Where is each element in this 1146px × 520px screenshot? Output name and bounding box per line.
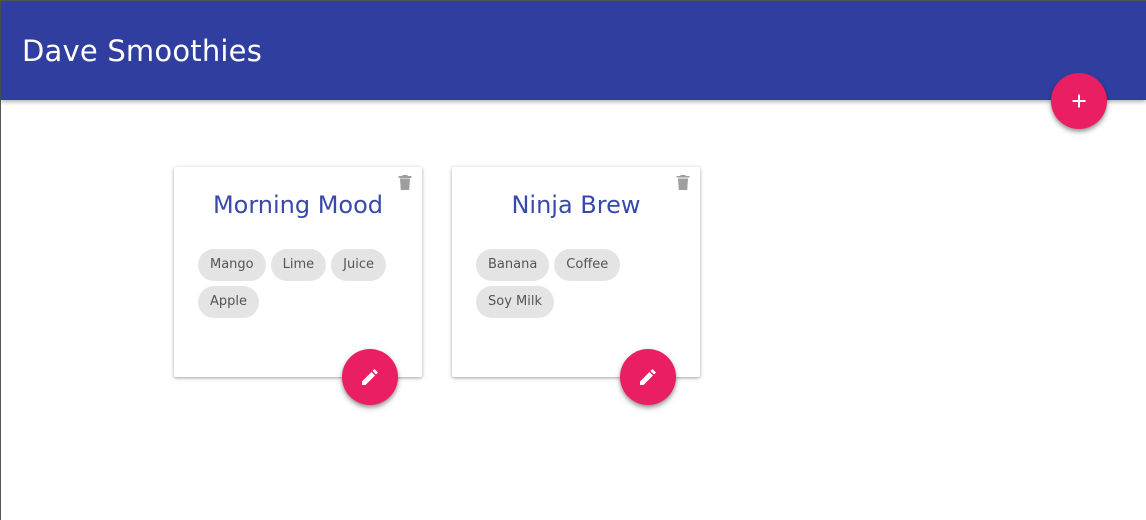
delete-smoothie-button[interactable] <box>398 173 414 191</box>
pencil-icon <box>362 369 378 385</box>
ingredient-list: Banana Coffee Soy Milk <box>476 249 676 318</box>
trash-icon <box>398 175 412 190</box>
smoothie-card: Ninja Brew Banana Coffee Soy Milk <box>452 167 700 405</box>
delete-smoothie-button[interactable] <box>676 173 692 191</box>
ingredient-list: Mango Lime Juice Apple <box>198 249 398 318</box>
edit-smoothie-button[interactable] <box>620 349 676 405</box>
ingredient-chip: Apple <box>198 286 260 318</box>
ingredient-chip: Coffee <box>554 249 621 281</box>
trash-icon <box>676 175 690 190</box>
edit-smoothie-button[interactable] <box>342 349 398 405</box>
ingredient-chip: Lime <box>270 249 327 281</box>
ingredient-chip: Juice <box>331 249 387 281</box>
add-smoothie-button[interactable] <box>1051 73 1107 129</box>
app-title: Dave Smoothies <box>22 34 263 68</box>
smoothie-title: Ninja Brew <box>511 191 641 219</box>
app-bar: Dave Smoothies <box>1 1 1146 100</box>
ingredient-chip: Soy Milk <box>476 286 554 318</box>
smoothie-title: Morning Mood <box>212 191 384 219</box>
ingredient-chip: Mango <box>198 249 266 281</box>
ingredient-chip: Banana <box>476 249 550 281</box>
pencil-icon <box>640 369 656 385</box>
app-window: Dave Smoothies Morning Mood Mango Lime J… <box>0 0 1146 520</box>
plus-icon <box>1072 94 1086 108</box>
smoothie-card: Morning Mood Mango Lime Juice Apple <box>174 167 422 405</box>
